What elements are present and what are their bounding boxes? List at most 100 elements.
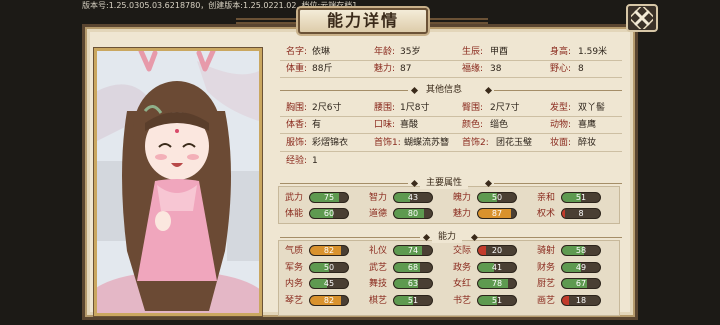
stat-abilities-items-2: 交际 20	[453, 245, 535, 257]
stat-name: 画艺	[537, 295, 556, 306]
field-value: 团花玉璧	[496, 138, 533, 148]
divider-line	[478, 237, 622, 238]
stat-value: 87	[491, 209, 503, 218]
other-info-title: 其他信息	[420, 84, 469, 96]
stat-abilities-items-7: 财务 49	[537, 261, 619, 274]
stat-bar: 58	[561, 245, 601, 256]
stat-value: 58	[575, 246, 587, 255]
stat-abilities-items-3: 骑射 58	[537, 245, 619, 257]
stat-value: 49	[575, 262, 587, 272]
stat-bar: 68	[393, 261, 433, 273]
divider-line	[280, 90, 408, 91]
field-label: 胸围:	[286, 103, 308, 113]
stat-bar: 74	[393, 245, 433, 256]
stat-main_attrs-items-0: 武力 75	[285, 192, 367, 204]
stat-value: 51	[575, 193, 587, 202]
stat-abilities-items-12: 琴艺 82	[285, 294, 367, 307]
stat-value: 51	[491, 295, 503, 305]
stat-bar: 20	[477, 245, 517, 256]
field-value: 依琳	[312, 47, 331, 57]
field-label: 魅力:	[374, 64, 396, 74]
stat-abilities-items-9: 舞技 63	[369, 278, 451, 290]
field-label: 名字:	[286, 47, 308, 57]
stat-abilities-items-13: 棋艺 51	[369, 294, 451, 307]
stat-bar: 87	[477, 208, 517, 219]
stat-name: 女红	[453, 279, 472, 289]
stat-main_attrs-items-3: 亲和 51	[537, 192, 619, 204]
stat-value: 41	[491, 262, 503, 272]
stat-name: 交际	[453, 246, 472, 256]
stat-abilities-items-8: 内务 45	[285, 278, 367, 290]
stat-value: 82	[323, 246, 335, 255]
field-value: 2尺7寸	[490, 103, 520, 113]
stat-name: 亲和	[537, 193, 556, 203]
stat-bar: 51	[393, 294, 433, 306]
field-value: 甲酉	[490, 47, 509, 57]
close-button[interactable]	[626, 4, 658, 32]
stat-name: 道德	[369, 209, 388, 219]
field-label: 体重:	[286, 64, 308, 74]
stat-abilities-items-0: 气质 82	[285, 245, 367, 257]
stat-value: 68	[407, 262, 419, 272]
stat-name: 体能	[285, 209, 304, 219]
field-value: 蝴蝶流苏簪	[404, 138, 450, 148]
stat-value: 82	[323, 295, 335, 305]
stat-value: 78	[491, 279, 503, 288]
stat-name: 魄力	[453, 193, 472, 203]
stat-value: 43	[407, 193, 419, 202]
close-x-icon	[631, 7, 653, 29]
divider-line	[494, 90, 622, 91]
stat-value: 75	[323, 193, 335, 202]
row-divider	[280, 116, 622, 117]
stat-bar: 8	[561, 208, 601, 219]
stat-bar: 80	[393, 208, 433, 219]
stat-name: 舞技	[369, 279, 388, 289]
field-value: 喜酸	[400, 120, 419, 130]
abilities-title: 能力	[432, 231, 463, 243]
stat-abilities-items-15: 画艺 18	[537, 294, 619, 307]
stat-value: 50	[323, 262, 335, 272]
character-portrait-image	[97, 51, 259, 313]
field-label: 年龄:	[374, 47, 396, 57]
stat-bar: 63	[393, 278, 433, 289]
stat-name: 权术	[537, 209, 556, 219]
stat-bar: 50	[477, 192, 517, 203]
field-label: 妆面:	[550, 138, 572, 148]
stat-value: 18	[575, 295, 587, 305]
divider-line	[494, 183, 622, 184]
stat-abilities-items-10: 女红 78	[453, 278, 535, 290]
stat-bar: 67	[561, 278, 601, 289]
stat-name: 军务	[285, 262, 304, 273]
field-label: 口味:	[374, 120, 396, 130]
stat-abilities-items-1: 礼仪 74	[369, 245, 451, 257]
stat-name: 武力	[285, 193, 304, 203]
stat-bar: 51	[477, 294, 517, 306]
stat-bar: 49	[561, 261, 601, 273]
divider-line	[280, 183, 408, 184]
stat-name: 财务	[537, 262, 556, 273]
character-portrait	[94, 48, 262, 316]
field-value: 8	[578, 64, 584, 74]
stat-bar: 51	[561, 192, 601, 203]
field-label: 首饰1:	[374, 138, 401, 148]
stat-main_attrs-items-4: 体能 60	[285, 208, 367, 220]
stat-value: 60	[323, 209, 335, 218]
title-ornament-right	[428, 18, 488, 24]
field-label: 体香:	[286, 120, 308, 130]
stat-value: 67	[575, 279, 587, 288]
stat-abilities-items-14: 书艺 51	[453, 294, 535, 307]
stat-bar: 82	[309, 294, 349, 306]
field-label: 颜色:	[462, 120, 484, 130]
row-divider	[280, 151, 622, 152]
stat-bar: 60	[309, 208, 349, 219]
stat-value: 8	[578, 209, 584, 218]
stat-name: 礼仪	[369, 246, 388, 256]
window-title: 能力详情	[298, 8, 428, 34]
field-value: 88斤	[312, 64, 333, 74]
stat-abilities-items-6: 政务 41	[453, 261, 535, 274]
field-value: 2尺6寸	[312, 103, 342, 113]
stat-bar: 50	[309, 261, 349, 273]
field-value: 1尺8寸	[400, 103, 430, 113]
stat-bar: 43	[393, 192, 433, 203]
stat-value: 20	[491, 246, 503, 255]
